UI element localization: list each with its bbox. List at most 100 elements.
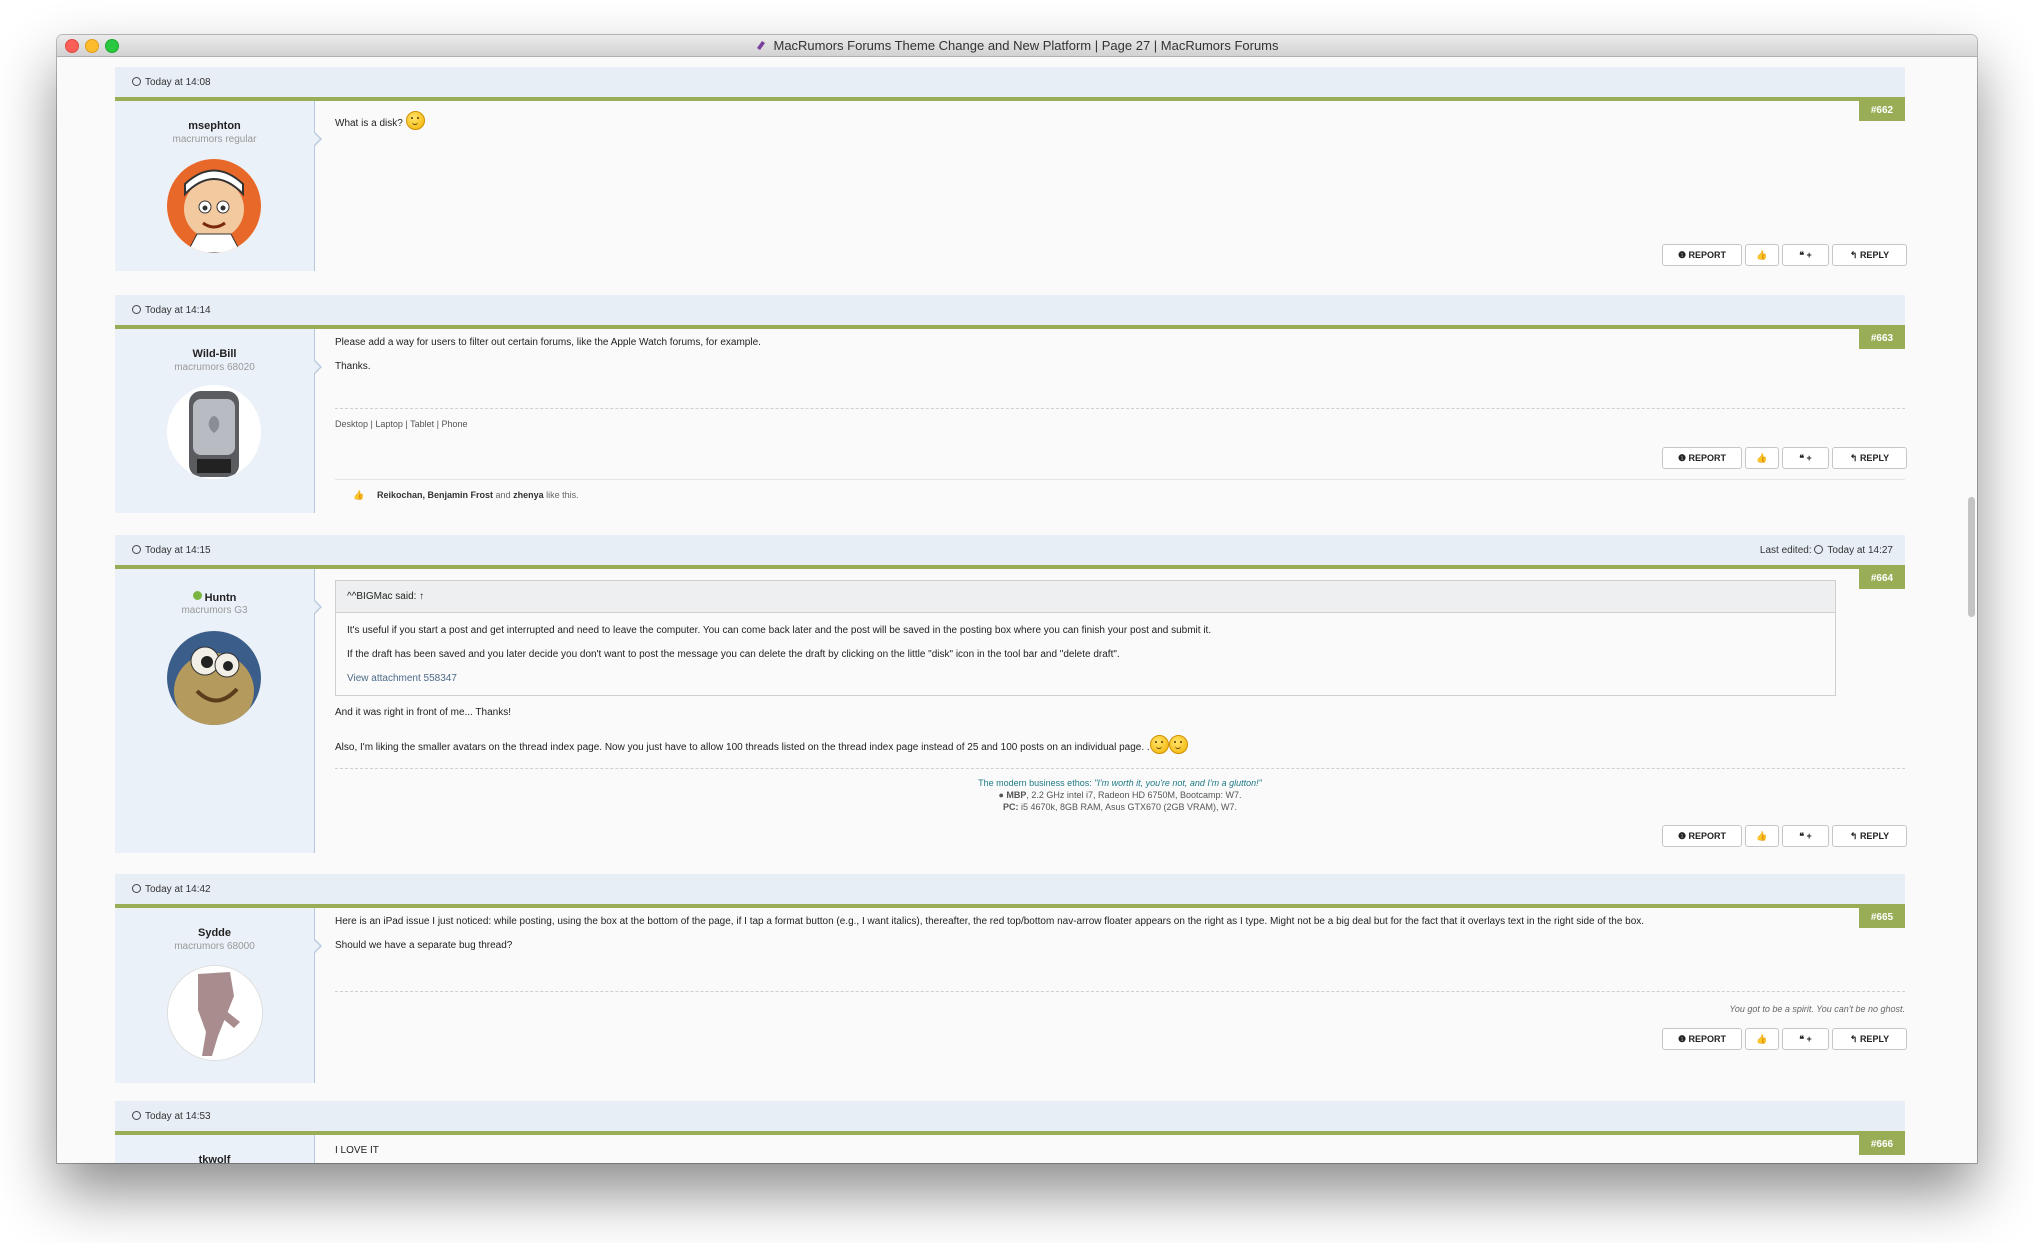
likers[interactable]: Reikochan, Benjamin Frost [377, 490, 493, 500]
post-actions: ❶ REPORT 👍 ❝ + ↰ REPLY [1662, 244, 1907, 266]
browser-window: MacRumors Forums Theme Change and New Pl… [57, 35, 1977, 1163]
vertical-scrollbar[interactable] [1968, 497, 1975, 617]
username[interactable]: Sydde [115, 927, 314, 939]
likes-summary: 👍 Reikochan, Benjamin Frost and zhenya l… [335, 479, 1905, 508]
user-panel-arrow [313, 599, 322, 615]
reply-button[interactable]: ↰ REPLY [1832, 825, 1907, 847]
avatar[interactable] [167, 631, 261, 725]
quote-header[interactable]: ^^BIGMac said: ↑ [336, 581, 1835, 613]
clock-icon [132, 77, 141, 86]
post-number[interactable]: #664 [1859, 569, 1905, 589]
like-button[interactable]: 👍 [1745, 825, 1779, 847]
post-number[interactable]: #663 [1859, 329, 1905, 349]
quote-icon: ❝ [1799, 831, 1805, 841]
multiquote-button[interactable]: ❝ + [1782, 1028, 1829, 1050]
message-text: Thanks. [335, 361, 371, 372]
reply-button[interactable]: ↰ REPLY [1832, 447, 1907, 469]
message-text: Please add a way for users to filter out… [335, 337, 761, 348]
message-area: #662 What is a disk? ❶ REPORT 👍 ❝ + ↰ RE… [335, 101, 1907, 271]
report-button[interactable]: ❶ REPORT [1662, 825, 1742, 847]
liker-last[interactable]: zhenya [513, 490, 544, 500]
clock-icon [132, 1111, 141, 1120]
post-number[interactable]: #665 [1859, 908, 1905, 928]
message-text: Also, I'm liking the smaller avatars on … [335, 735, 1188, 754]
apple-icon: ● [998, 790, 1004, 800]
post-date[interactable]: Today at 14:53 [132, 1111, 211, 1122]
username[interactable]: tkwolf [115, 1154, 314, 1163]
multiquote-button[interactable]: ❝ + [1782, 825, 1829, 847]
quote-block: ^^BIGMac said: ↑ It's useful if you star… [335, 580, 1836, 696]
post-665: Today at 14:42 Sydde macrumors 68000 #66… [115, 874, 1907, 1083]
avatar[interactable] [167, 159, 261, 253]
post-666: Today at 14:53 tkwolf #666 I LOVE IT [115, 1101, 1905, 1163]
user-panel-arrow [313, 131, 322, 147]
username[interactable]: Wild-Bill [115, 348, 314, 360]
smile-emoji-icon [1168, 735, 1188, 754]
wink-emoji-icon [405, 111, 425, 130]
avatar[interactable] [167, 385, 261, 479]
sig-link-tablet[interactable]: Tablet [410, 419, 434, 429]
report-button[interactable]: ❶ REPORT [1662, 1028, 1742, 1050]
title-bar: MacRumors Forums Theme Change and New Pl… [57, 35, 1977, 57]
username[interactable]: Huntn [115, 591, 314, 604]
username[interactable]: msephton [115, 120, 314, 132]
post-header: Today at 14:08 [115, 67, 1905, 101]
multiquote-button[interactable]: ❝ + [1782, 447, 1829, 469]
post-number[interactable]: #666 [1859, 1135, 1905, 1155]
message-area: #666 I LOVE IT [335, 1135, 1905, 1163]
user-panel-arrow [313, 359, 322, 375]
report-button[interactable]: ❶ REPORT [1662, 447, 1742, 469]
thumbs-up-icon: 👍 [1756, 831, 1768, 841]
sig-link-desktop[interactable]: Desktop [335, 419, 368, 429]
clock-icon [132, 884, 141, 893]
post-actions: ❶ REPORT 👍 ❝ + ↰ REPLY [1662, 447, 1907, 469]
user-rank: macrumors 68000 [174, 941, 255, 952]
reply-icon: ↰ [1849, 831, 1858, 841]
like-button[interactable]: 👍 [1745, 447, 1779, 469]
post-662: Today at 14:08 msephton macrumors regula… [115, 67, 1907, 271]
multiquote-button[interactable]: ❝ + [1782, 244, 1829, 266]
post-number[interactable]: #662 [1859, 101, 1905, 121]
avatar-image [167, 631, 261, 725]
thumbs-up-icon: 👍 [1756, 453, 1768, 463]
quote-icon: ❝ [1799, 1034, 1805, 1044]
like-button[interactable]: 👍 [1745, 244, 1779, 266]
reply-icon: ↰ [1849, 1034, 1858, 1044]
macrumors-tab-icon [757, 41, 766, 50]
view-attachment-link[interactable]: View attachment 558347 [347, 673, 457, 684]
post-date[interactable]: Today at 14:14 [132, 305, 211, 316]
thumbs-up-icon: 👍 [1756, 1034, 1768, 1044]
page-content: Today at 14:08 msephton macrumors regula… [57, 57, 1977, 1163]
window-title-area: MacRumors Forums Theme Change and New Pl… [57, 38, 1977, 53]
avatar-image [168, 966, 262, 1060]
sig-link-laptop[interactable]: Laptop [375, 419, 403, 429]
like-button[interactable]: 👍 [1745, 1028, 1779, 1050]
message-text: Here is an iPad issue I just noticed: wh… [335, 916, 1645, 927]
post-date[interactable]: Today at 14:08 [132, 77, 211, 88]
post-date[interactable]: Today at 14:42 [132, 884, 211, 895]
avatar[interactable] [167, 965, 263, 1061]
post-header: Today at 14:53 [115, 1101, 1905, 1135]
user-rank: macrumors G3 [181, 605, 248, 616]
user-panel-arrow [313, 938, 322, 954]
avatar-image [167, 159, 261, 253]
thumbs-up-icon: 👍 [353, 490, 365, 500]
quote-text: If the draft has been saved and you late… [347, 649, 1120, 660]
quote-icon: ❝ [1799, 453, 1805, 463]
sig-link-phone[interactable]: Phone [441, 419, 467, 429]
post-header: Today at 14:15 Last edited: Today at 14:… [115, 535, 1905, 569]
user-panel: msephton macrumors regular [115, 101, 315, 271]
post-header: Today at 14:42 [115, 874, 1905, 908]
message-text: And it was right in front of me... Thank… [335, 707, 512, 718]
post-date[interactable]: Today at 14:15 [132, 545, 211, 556]
message-area: #665 Here is an iPad issue I just notice… [335, 908, 1907, 1083]
message-text: I LOVE IT [335, 1145, 379, 1156]
clock-icon [132, 545, 141, 554]
reply-button[interactable]: ↰ REPLY [1832, 1028, 1907, 1050]
window-title: MacRumors Forums Theme Change and New Pl… [773, 38, 1279, 53]
report-button[interactable]: ❶ REPORT [1662, 244, 1742, 266]
reply-button[interactable]: ↰ REPLY [1832, 244, 1907, 266]
user-rank: macrumors regular [172, 134, 257, 145]
message-text: Should we have a separate bug thread? [335, 940, 513, 951]
avatar-image [167, 385, 261, 479]
